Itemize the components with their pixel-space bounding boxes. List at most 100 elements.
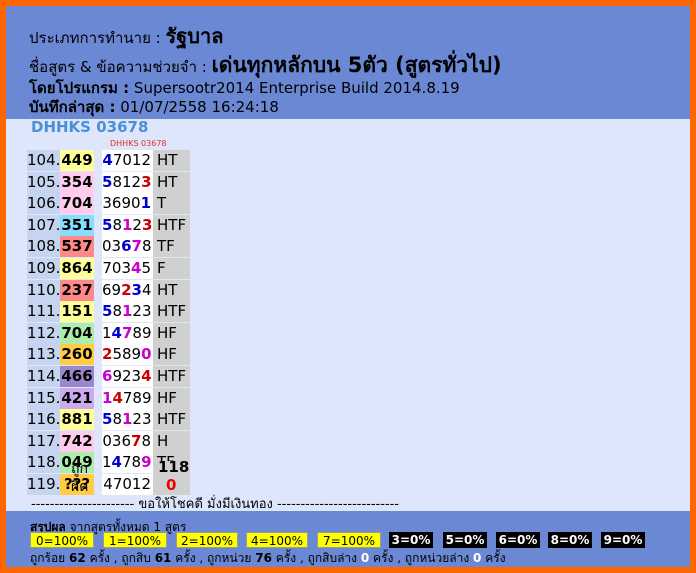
stat-tens-label: ถูกสิบ xyxy=(121,551,151,565)
stat-tens-value: 61 xyxy=(154,551,172,565)
predicted-number: 742 xyxy=(60,430,94,452)
predicted-number: 537 xyxy=(60,236,94,258)
table-row: 117. 742 03678 H xyxy=(27,430,197,452)
stat-hundreds-label: ถูกร้อย xyxy=(30,551,66,565)
stat-unit: ครั้ง , xyxy=(175,551,204,565)
draw-number: 114. xyxy=(27,366,61,387)
draw-result: 58123 xyxy=(102,171,153,193)
draw-result: 70345 xyxy=(102,258,153,279)
formula-value: เด่นทุกหลักบน 5ตัว (สูตรทั่วไป) xyxy=(211,53,502,77)
result-digits: 036 xyxy=(102,431,132,450)
result-digits: 89 xyxy=(132,323,152,342)
result-digits: 7 xyxy=(131,431,142,450)
result-digits: 2 xyxy=(102,345,113,364)
stat-units-label: ถูกหน่วย xyxy=(207,551,252,565)
draw-number: 108. xyxy=(27,236,61,258)
result-digits: 812 xyxy=(112,172,142,191)
result-digits: 23 xyxy=(132,302,152,321)
draw-result: 03678 xyxy=(102,430,153,452)
result-digits: 8 xyxy=(112,410,122,429)
hit-position-tag: HTF xyxy=(153,409,190,431)
saved-label: บันทึกล่าสุด : xyxy=(29,98,116,116)
result-digits: 6 xyxy=(102,367,113,385)
draw-result: 47012 xyxy=(102,474,153,495)
result-digits: 4 xyxy=(111,453,122,472)
result-digits: 789 xyxy=(122,388,152,407)
draw-number: 105. xyxy=(27,171,61,193)
hit-position-tag: HF xyxy=(153,344,190,366)
result-digits: 3 xyxy=(141,215,153,234)
result-digits: 703 xyxy=(102,259,132,277)
draw-number: 116. xyxy=(27,409,61,431)
result-digits: 8 xyxy=(112,302,122,321)
draw-number: 110. xyxy=(27,279,61,301)
draw-result: 03678 xyxy=(102,236,153,258)
predicted-number: 260 xyxy=(60,344,94,366)
predicted-number: 421 xyxy=(60,387,94,409)
draw-result: 69234 xyxy=(102,279,153,301)
draw-number: 111. xyxy=(27,301,61,323)
result-digits: 0 xyxy=(141,345,152,364)
result-digits: 1 xyxy=(121,215,133,234)
stat-lower-tens-value: 0 xyxy=(360,551,370,565)
result-digits: 2 xyxy=(132,215,142,234)
column-code: DHHKS 03678 xyxy=(110,139,167,148)
draw-number: 119. xyxy=(27,474,61,495)
stat-unit: ครั้ง , xyxy=(373,551,402,565)
formula-code: DHHKS 03678 xyxy=(31,118,149,136)
draw-number: 115. xyxy=(27,387,61,409)
draw-result: 14789 xyxy=(102,322,153,344)
draw-result: 58123 xyxy=(102,214,153,236)
table-row: 110. 237 69234 HT xyxy=(27,279,197,301)
result-digits: 5 xyxy=(102,302,113,321)
table-row: 115. 421 14789 HF xyxy=(27,387,197,409)
table-row: 105. 354 58123 HT xyxy=(27,171,197,193)
hit-position-tag: HF xyxy=(153,322,190,344)
draw-number: 104. xyxy=(27,150,61,171)
predicted-number: 237 xyxy=(60,279,94,301)
result-digits: 4 xyxy=(141,280,152,299)
digit-badge: 4=100% xyxy=(246,532,308,548)
table-row: 114. 466 69234 HTF xyxy=(27,366,197,387)
result-digits: 69 xyxy=(102,280,122,299)
hit-position-tag: F xyxy=(153,258,190,279)
stat-lower-units-label: ถูกหน่วยล่าง xyxy=(404,551,470,565)
digit-badge: 6=0% xyxy=(496,532,540,548)
digit-badge: 9=0% xyxy=(601,532,645,548)
result-digits: 47012 xyxy=(103,475,151,493)
result-digits: 923 xyxy=(112,367,142,385)
result-digits: 3 xyxy=(141,172,152,191)
predict-type-value: รัฐบาล xyxy=(165,24,224,48)
table-row: 116. 881 58123 HTF xyxy=(27,409,197,431)
stat-units-value: 76 xyxy=(255,551,272,565)
stat-unit: ครั้ง xyxy=(485,551,506,565)
saved-value: 01/07/2558 16:24:18 xyxy=(120,98,279,116)
draw-result: 14789 xyxy=(102,387,153,409)
draw-number: 109. xyxy=(27,258,61,279)
digit-badge: 8=0% xyxy=(548,532,592,548)
digit-badge: 7=100% xyxy=(317,532,381,548)
result-digits: 8 xyxy=(141,237,152,256)
predicted-number: 704 xyxy=(60,193,94,215)
draw-number: 113. xyxy=(27,344,61,366)
hit-position-tag: H xyxy=(153,430,190,452)
stat-hundreds-value: 62 xyxy=(69,551,86,565)
stat-unit: ครั้ง , xyxy=(275,551,304,565)
hit-stats: ถูกร้อย 62 ครั้ง , ถูกสิบ 61 ครั้ง , ถูก… xyxy=(30,549,506,567)
table-row: 106. 704 36901 T xyxy=(27,193,197,215)
result-digits: 5 xyxy=(102,410,113,429)
result-digits: 7 xyxy=(131,237,142,256)
result-digits: 1 xyxy=(102,323,112,342)
table-row: 108. 537 03678 TF xyxy=(27,236,197,258)
draw-number: 117. xyxy=(27,430,61,452)
draw-number: 112. xyxy=(27,322,61,344)
result-digits: 23 xyxy=(132,410,152,429)
hit-position-tag: HTF xyxy=(153,301,190,323)
result-digits: 1 xyxy=(140,194,151,213)
predicted-number: 351 xyxy=(60,214,94,236)
result-digits: 4 xyxy=(102,151,113,169)
predicted-number: 864 xyxy=(60,258,94,279)
predicted-number: 466 xyxy=(60,366,94,387)
digit-badge: 5=0% xyxy=(443,532,487,548)
summary-footer: สรุปผล จากสูตรทั้งหมด 1 สูตร 0=100% 1=100… xyxy=(6,511,690,567)
